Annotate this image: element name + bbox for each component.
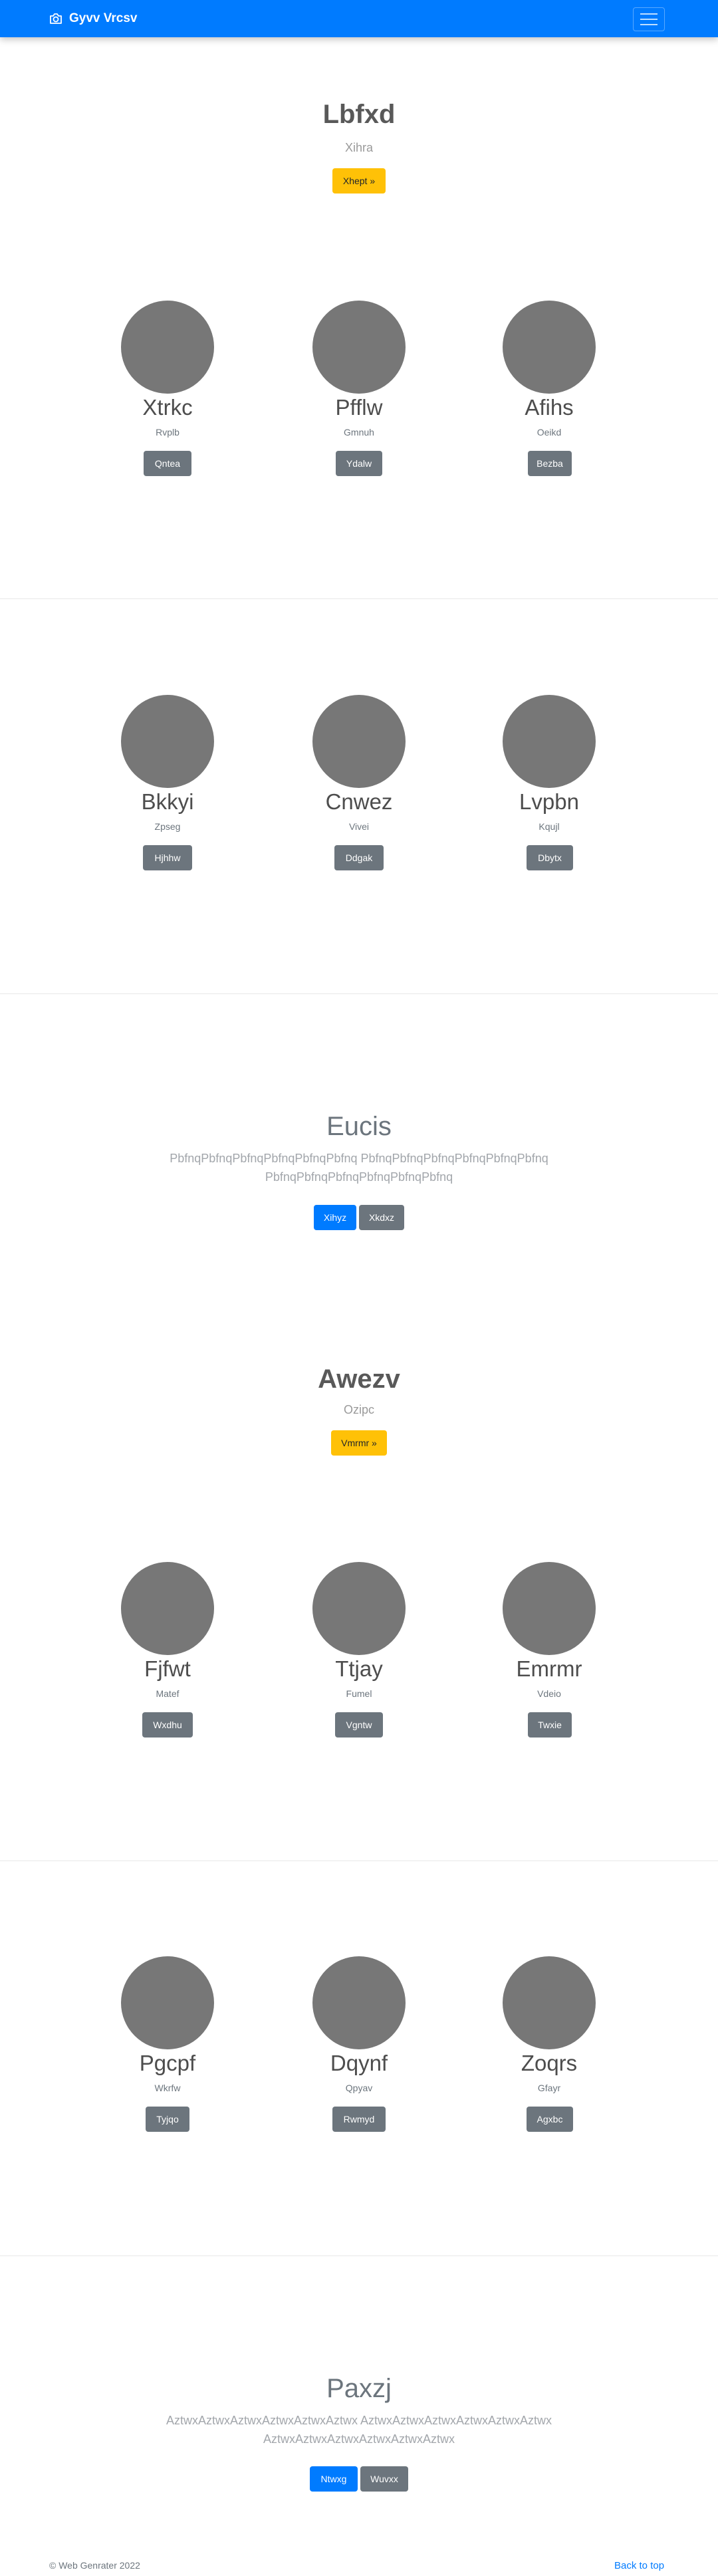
card-subtitle: Gfayr — [537, 2083, 561, 2093]
avatar-placeholder — [503, 695, 596, 788]
card-title: Pfflw — [335, 395, 383, 420]
avatar-placeholder — [312, 695, 406, 788]
jumbotron-title: Paxzj — [326, 2374, 392, 2403]
avatar-placeholder — [121, 1956, 214, 2049]
card-title: Bkkyi — [141, 789, 194, 814]
card-subtitle: Vdeio — [537, 1688, 561, 1699]
card-subtitle: Kqujl — [538, 821, 560, 832]
avatar-placeholder — [312, 301, 406, 394]
card-button[interactable]: Twxie — [528, 1712, 572, 1738]
card-button[interactable]: Wxdhu — [142, 1712, 193, 1738]
avatar-placeholder — [312, 1562, 406, 1655]
card-title: Cnwez — [325, 789, 393, 814]
avatar-placeholder — [121, 301, 214, 394]
section-divider — [0, 993, 718, 994]
avatar-placeholder — [121, 1562, 214, 1655]
card-button[interactable]: Dbytx — [527, 845, 573, 870]
hero-title: Awezv — [318, 1364, 400, 1394]
card-title: Xtrkc — [142, 395, 193, 420]
jumbotron-secondary-button[interactable]: Xkdxz — [359, 1205, 404, 1230]
card-subtitle: Wkrfw — [154, 2083, 181, 2093]
card-title: Lvpbn — [519, 789, 579, 814]
card-button[interactable]: Ydalw — [336, 451, 382, 476]
card-button[interactable]: Rwmyd — [332, 2107, 386, 2132]
card-subtitle: Zpseg — [154, 821, 181, 832]
section-divider — [0, 598, 718, 599]
card-subtitle: Matef — [156, 1688, 180, 1699]
hamburger-icon-line — [640, 19, 658, 20]
hero-cta-button[interactable]: Xhept » — [332, 168, 386, 193]
card-subtitle: Rvplb — [156, 427, 180, 438]
camera-icon — [50, 13, 62, 24]
card-button[interactable]: Agxbc — [527, 2107, 573, 2132]
card-button[interactable]: Bezba — [528, 451, 572, 476]
card-button[interactable]: Vgntw — [335, 1712, 383, 1738]
card-title: Pgcpf — [139, 2051, 196, 2075]
navbar: Gyvv Vrcsv — [0, 0, 718, 37]
card-title: Emrmr — [516, 1656, 582, 1681]
hero-subtitle: Ozipc — [343, 1403, 374, 1416]
jumbotron-secondary-button[interactable]: Wuvxx — [360, 2466, 408, 2492]
jumbotron-lead: PbfnqPbfnqPbfnqPbfnqPbfnqPbfnq PbfnqPbfn… — [170, 1152, 548, 1184]
hero-title: Lbfxd — [322, 100, 396, 129]
jumbotron-lead: AztwxAztwxAztwxAztwxAztwxAztwx AztwxAztw… — [166, 2414, 552, 2446]
avatar-placeholder — [503, 301, 596, 394]
card-title: Zoqrs — [521, 2051, 578, 2075]
brand-text: Gyvv Vrcsv — [69, 11, 138, 25]
card-subtitle: Gmnuh — [344, 427, 374, 438]
avatar-placeholder — [312, 1956, 406, 2049]
card-button[interactable]: Ddgak — [334, 845, 384, 870]
avatar-placeholder — [503, 1956, 596, 2049]
back-to-top-link[interactable]: Back to top — [614, 2560, 664, 2571]
card-button[interactable]: Qntea — [144, 451, 191, 476]
avatar-placeholder — [121, 695, 214, 788]
card-title: Dqynf — [330, 2051, 388, 2075]
card-title: Fjfwt — [144, 1656, 191, 1681]
card-subtitle: Fumel — [346, 1688, 372, 1699]
jumbotron-primary-button[interactable]: Xihyz — [314, 1205, 356, 1230]
avatar-placeholder — [503, 1562, 596, 1655]
card-subtitle: Oeikd — [537, 427, 562, 438]
card-subtitle: Qpyav — [345, 2083, 373, 2093]
hero-subtitle: Xihra — [344, 141, 374, 154]
hero-cta-button[interactable]: Vmrmr » — [331, 1430, 387, 1456]
card-subtitle: Vivei — [348, 821, 370, 832]
section-divider — [0, 2255, 718, 2256]
footer-copyright: © Web Genrater 2022 — [49, 2560, 140, 2571]
hamburger-icon-line — [640, 13, 658, 15]
card-title: Afihs — [525, 395, 574, 420]
card-button[interactable]: Tyjqo — [146, 2107, 189, 2132]
hamburger-icon-line — [640, 24, 658, 25]
navbar-brand[interactable]: Gyvv Vrcsv — [49, 11, 137, 27]
jumbotron-title: Eucis — [326, 1112, 392, 1141]
jumbotron-primary-button[interactable]: Ntwxg — [310, 2466, 358, 2492]
navbar-toggler-button[interactable] — [633, 7, 665, 31]
card-button[interactable]: Hjhhw — [143, 845, 192, 870]
card-title: Ttjay — [335, 1656, 383, 1681]
